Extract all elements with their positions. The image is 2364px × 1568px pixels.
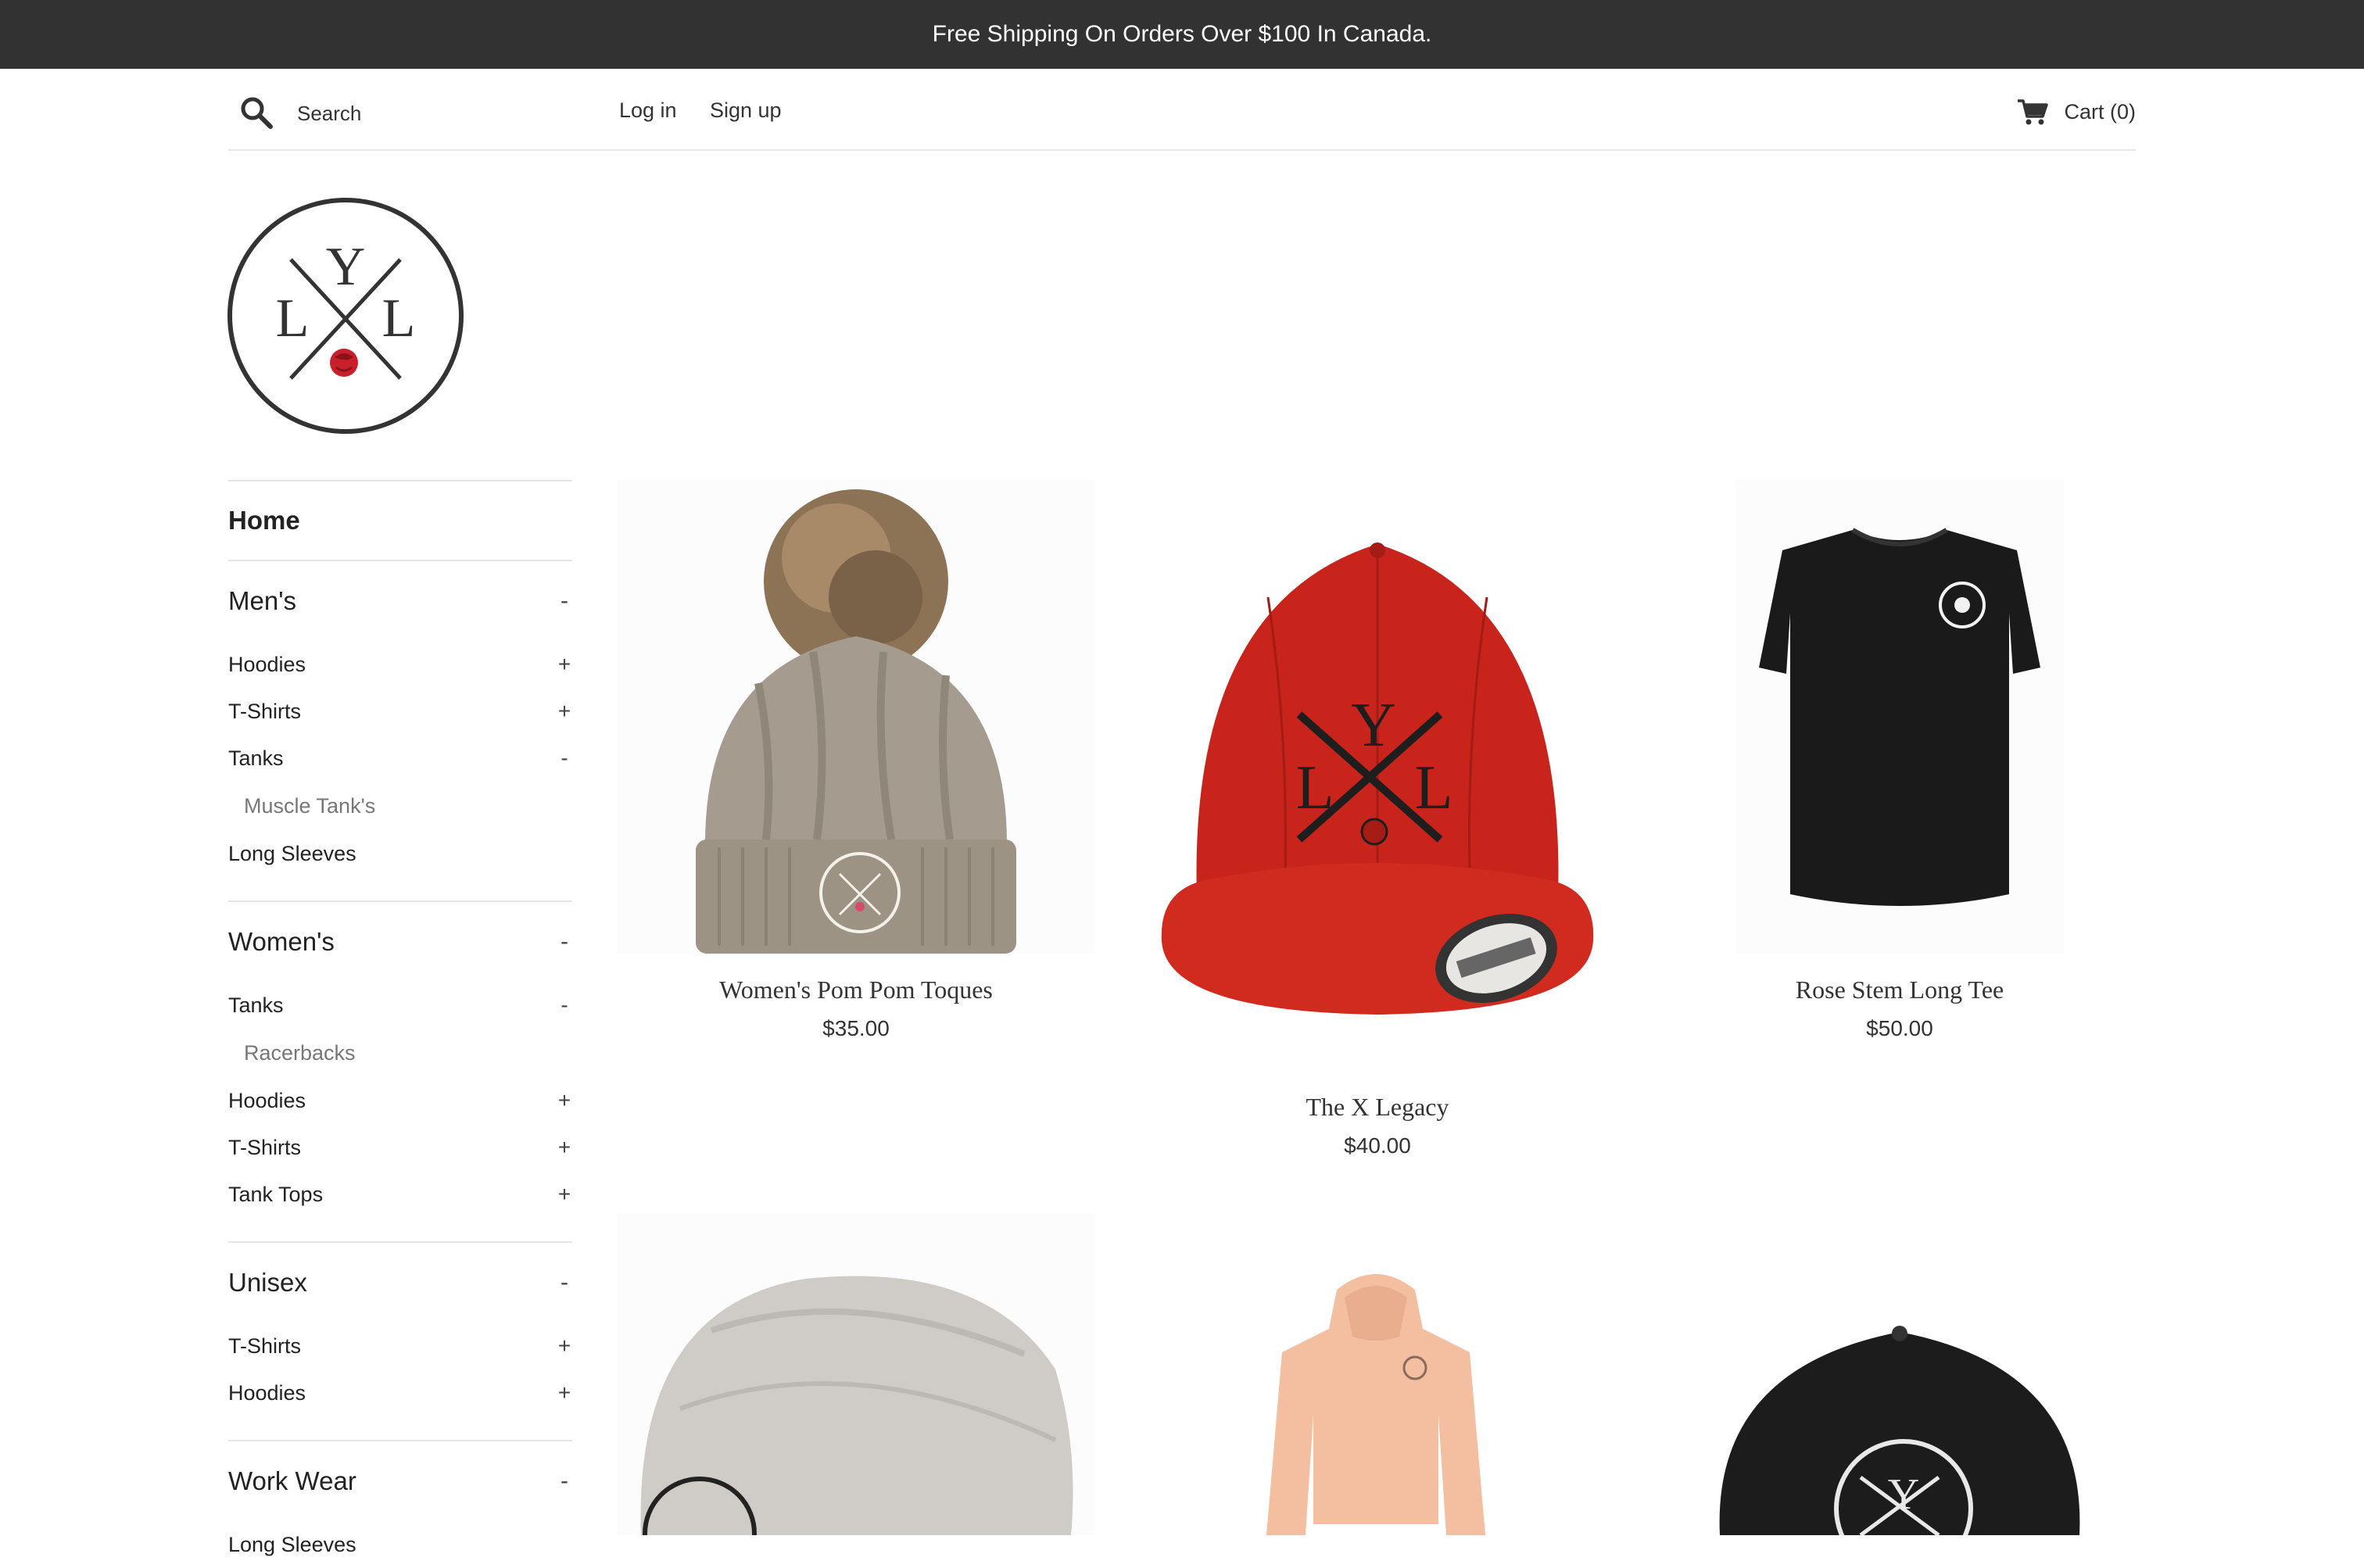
product-card-pom-toque[interactable]: Women's Pom Pom Toques $35.00 xyxy=(618,480,1094,1051)
product-card-rose-stem-tee[interactable]: Rose Stem Long Tee $50.00 xyxy=(1659,480,2140,1051)
cart-label: Cart (0) xyxy=(2064,99,2136,124)
announcement-bar: Free Shipping On Orders Over $100 In Can… xyxy=(0,0,2364,69)
sidebar-item-label: Long Sleeves xyxy=(228,841,356,865)
product-image-x-legacy[interactable]: Y L L xyxy=(1143,480,1612,1074)
sidebar-item-label: Tanks xyxy=(228,746,284,770)
svg-text:L: L xyxy=(1296,754,1334,822)
expand-toggle[interactable]: + xyxy=(557,1334,572,1359)
sidebar-item-mens-hoodies[interactable]: Hoodies + xyxy=(228,641,572,688)
rose-icon xyxy=(330,349,358,377)
store-logo[interactable]: Y L L xyxy=(227,197,464,435)
expand-toggle[interactable]: + xyxy=(557,652,572,677)
expand-toggle[interactable]: + xyxy=(557,1088,572,1113)
sidebar-workwear-header[interactable]: Work Wear - xyxy=(228,1441,572,1521)
sidebar-item-mens-long-sleeves[interactable]: Long Sleeves xyxy=(228,830,572,877)
sidebar-workwear-title: Work Wear xyxy=(228,1466,356,1495)
expand-toggle[interactable]: + xyxy=(557,1380,572,1405)
collapse-toggle[interactable]: - xyxy=(557,929,572,955)
expand-toggle[interactable]: + xyxy=(557,1135,572,1160)
product-image-slouch-beanie[interactable] xyxy=(618,1213,1094,1535)
sidebar-item-unisex-tshirts[interactable]: T-Shirts + xyxy=(228,1323,572,1369)
expand-toggle[interactable]: + xyxy=(557,699,572,724)
sidebar-unisex-header[interactable]: Unisex - xyxy=(228,1243,572,1323)
svg-text:L: L xyxy=(382,288,416,349)
cart-icon xyxy=(2018,99,2049,125)
sidebar-subitem-muscle-tanks[interactable]: Muscle Tank's xyxy=(228,782,572,830)
product-image-black-cap[interactable]: Y xyxy=(1712,1321,2087,1535)
sidebar-item-label: Hoodies xyxy=(228,1380,306,1405)
announcement-text: Free Shipping On Orders Over $100 In Can… xyxy=(932,21,1432,47)
header-bar: Log in Sign up Cart (0) xyxy=(228,69,2136,151)
sidebar-item-unisex-hoodies[interactable]: Hoodies + xyxy=(228,1369,572,1416)
sidebar-item-label: T-Shirts xyxy=(228,1135,302,1159)
product-title[interactable]: Women's Pom Pom Toques xyxy=(618,976,1094,1004)
sidebar-item-label: Tank Tops xyxy=(228,1182,324,1206)
product-price: $40.00 xyxy=(1344,1133,1411,1158)
search-icon[interactable] xyxy=(238,94,275,131)
product-price: $50.00 xyxy=(1866,1016,1933,1040)
sidebar-item-womens-tshirts[interactable]: T-Shirts + xyxy=(228,1124,572,1171)
collapse-toggle[interactable]: - xyxy=(557,1269,572,1296)
sidebar-item-womens-hoodies[interactable]: Hoodies + xyxy=(228,1077,572,1124)
sidebar-item-workwear-long-sleeves[interactable]: Long Sleeves xyxy=(228,1521,572,1568)
expand-toggle[interactable]: + xyxy=(557,1182,572,1207)
signup-link[interactable]: Sign up xyxy=(710,98,782,123)
collapse-toggle[interactable]: - xyxy=(557,588,572,614)
svg-text:Y: Y xyxy=(1888,1470,1919,1519)
collapse-toggle[interactable]: - xyxy=(557,1468,572,1495)
sidebar-section-unisex: Unisex - T-Shirts + Hoodies + xyxy=(228,1243,572,1440)
sidebar-section-workwear: Work Wear - Long Sleeves xyxy=(228,1441,572,1568)
svg-text:Y: Y xyxy=(1351,691,1396,760)
sidebar-home[interactable]: Home xyxy=(228,481,572,560)
sidebar-nav: Home Men's - Hoodies + T-Shirts + Tanks … xyxy=(228,480,572,1568)
sidebar-item-womens-tank-tops[interactable]: Tank Tops + xyxy=(228,1171,572,1218)
sidebar-section-womens: Women's - Tanks - Racerbacks Hoodies + T… xyxy=(228,902,572,1241)
cart-link[interactable]: Cart (0) xyxy=(2017,95,2136,128)
collapse-toggle[interactable]: - xyxy=(557,746,572,771)
sidebar-item-label: Hoodies xyxy=(228,652,306,676)
sidebar-subitem-racerbacks[interactable]: Racerbacks xyxy=(228,1029,572,1077)
product-card-x-legacy[interactable]: Y L L The X Legacy $40.00 xyxy=(1143,480,1612,1168)
sidebar-item-womens-tanks[interactable]: Tanks - xyxy=(228,982,572,1029)
sidebar-item-mens-tanks[interactable]: Tanks - xyxy=(228,735,572,782)
sidebar-item-label: Tanks xyxy=(228,993,284,1017)
sidebar-item-label: T-Shirts xyxy=(228,1334,302,1358)
product-title[interactable]: The X Legacy xyxy=(1143,1093,1612,1122)
product-image-cropped-hoodie[interactable] xyxy=(1259,1258,1493,1535)
product-image-rose-stem-tee[interactable] xyxy=(1735,480,2064,954)
sidebar-item-mens-tshirts[interactable]: T-Shirts + xyxy=(228,688,572,735)
svg-text:Y: Y xyxy=(326,237,366,297)
product-image-pom-toque[interactable] xyxy=(618,480,1094,954)
svg-text:L: L xyxy=(276,288,310,349)
product-price: $35.00 xyxy=(822,1016,890,1040)
svg-text:L: L xyxy=(1415,754,1453,822)
sidebar-item-label: Hoodies xyxy=(228,1088,306,1112)
sidebar-mens-header[interactable]: Men's - xyxy=(228,561,572,641)
sidebar-mens-title: Men's xyxy=(228,586,296,615)
login-link[interactable]: Log in xyxy=(619,98,677,123)
sidebar-item-label: Long Sleeves xyxy=(228,1532,356,1556)
collapse-toggle[interactable]: - xyxy=(557,993,572,1018)
sidebar-section-mens: Men's - Hoodies + T-Shirts + Tanks - Mus… xyxy=(228,561,572,900)
sidebar-womens-title: Women's xyxy=(228,927,335,956)
sidebar-womens-header[interactable]: Women's - xyxy=(228,902,572,982)
sidebar-unisex-title: Unisex xyxy=(228,1268,307,1297)
sidebar-item-label: T-Shirts xyxy=(228,699,302,723)
search-input[interactable] xyxy=(297,97,532,130)
product-title[interactable]: Rose Stem Long Tee xyxy=(1659,976,2140,1004)
